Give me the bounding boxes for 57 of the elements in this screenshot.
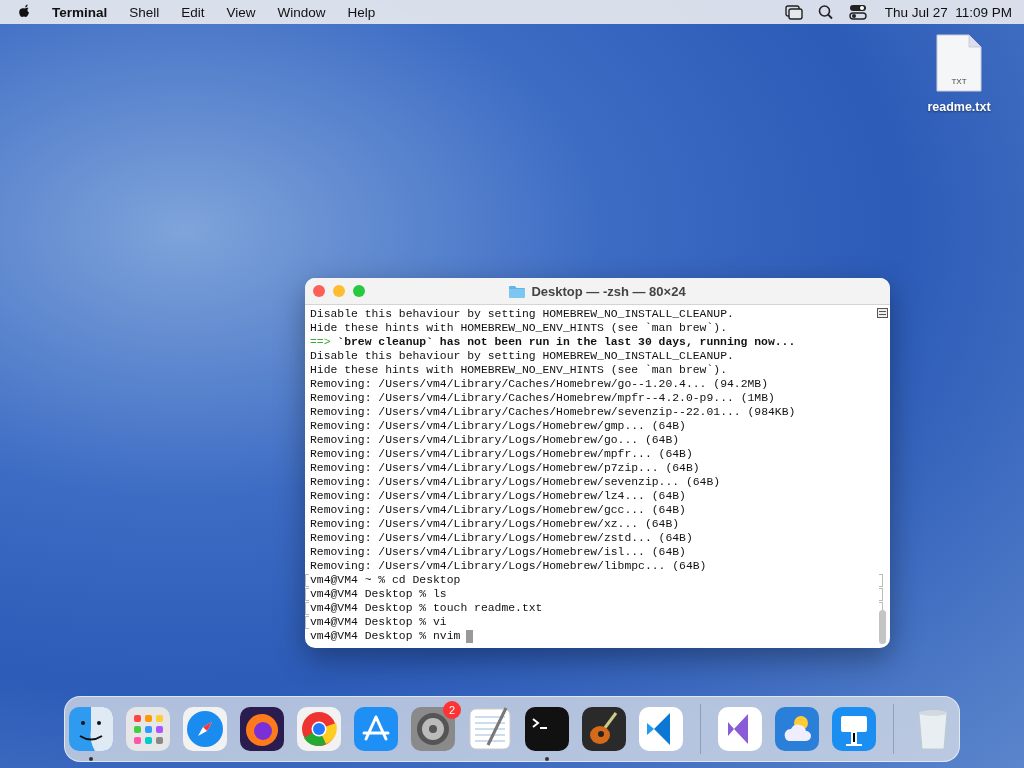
menu-item[interactable]: View — [226, 4, 256, 20]
finder-icon[interactable] — [67, 705, 115, 753]
folder-icon — [509, 284, 526, 298]
terminal-icon[interactable] — [523, 705, 571, 753]
terminal-output-line: Removing: /Users/vm4/Library/Logs/Homebrew/sevenzip... (64B) — [310, 475, 721, 489]
podium-icon[interactable] — [830, 705, 878, 753]
terminal-output-line: Removing: /Users/vm4/Library/Logs/Homebrew/isl... (64B) — [310, 545, 686, 559]
code-ribbon-icon[interactable] — [637, 705, 685, 753]
close-button[interactable] — [313, 285, 325, 297]
fox-globe-icon[interactable] — [238, 705, 286, 753]
terminal-output-line: Removing: /Users/vm4/Library/Logs/Homebrew/go... (64B) — [310, 433, 680, 447]
window-title: Desktop — -zsh — 80×24 — [531, 283, 686, 299]
scrollbar-thumb[interactable] — [879, 610, 886, 644]
terminal-output-line: Removing: /Users/vm4/Library/Caches/Homebrew/sevenzip--22.01... (984KB) — [310, 405, 796, 419]
clock[interactable]: Thu Jul 27 11:09 PM — [884, 4, 1012, 20]
terminal-output-line: Removing: /Users/vm4/Library/Logs/Homebrew/p7zip... (64B) — [310, 461, 700, 475]
toggles-icon[interactable] — [848, 4, 867, 20]
menu-item[interactable]: Help — [347, 4, 376, 20]
prompt-line: vm4@VM4 Desktop % vi — [310, 615, 447, 629]
app-menu[interactable]: Terminal — [52, 4, 108, 20]
prompt-line: vm4@VM4 Desktop % ls — [310, 587, 447, 601]
menu-item[interactable]: Shell — [129, 4, 160, 20]
terminal-output-line: Removing: /Users/vm4/Library/Caches/Homebrew/mpfr--4.2.0-p9... (1MB) — [310, 391, 775, 405]
terminal-output-line: Removing: /Users/vm4/Library/Logs/Homebrew/lz4... (64B) — [310, 489, 686, 503]
terminal-output-line: Removing: /Users/vm4/Library/Logs/Homebrew/libmpc... (64B) — [310, 559, 707, 573]
compass-icon[interactable] — [181, 705, 229, 753]
windows-icon[interactable] — [784, 4, 803, 20]
prompt-line: vm4@VM4 ~ % cd Desktop — [310, 573, 461, 587]
terminal-output-line: Removing: /Users/vm4/Library/Caches/Homebrew/go--1.20.4... (94.2MB) — [310, 377, 768, 391]
terminal-output-line: Disable this behaviour by setting HOMEBREW_NO_INSTALL_CLEANUP. — [310, 349, 734, 363]
search-icon[interactable] — [816, 4, 835, 20]
app-grid-icon[interactable] — [124, 705, 172, 753]
prompt-line: vm4@VM4 Desktop % nvim — [310, 629, 461, 643]
notepad-pen-icon[interactable] — [466, 705, 514, 753]
notification-badge: 2 — [443, 701, 461, 719]
terminal-output-line: Hide these hints with HOMEBREW_NO_ENV_HINTS (see `man brew`). — [310, 363, 727, 377]
menu-item[interactable]: Window — [277, 4, 326, 20]
terminal-output-line: Removing: /Users/vm4/Library/Logs/Homebrew/gmp... (64B) — [310, 419, 686, 433]
terminal-output-line: Removing: /Users/vm4/Library/Logs/Homebrew/mpfr... (64B) — [310, 447, 693, 461]
terminal-output-line: Removing: /Users/vm4/Library/Logs/Homebrew/zstd... (64B) — [310, 531, 693, 545]
terminal-output-line: Hide these hints with HOMEBREW_NO_ENV_HINTS (see `man brew`). — [310, 321, 727, 335]
text-file-icon[interactable]: TXT — [936, 34, 982, 92]
terminal-output-line: Disable this behaviour by setting HOMEBREW_NO_INSTALL_CLEANUP. — [310, 307, 734, 321]
file-name[interactable]: readme.txt — [927, 100, 991, 114]
cloud-sun-icon[interactable] — [773, 705, 821, 753]
app-store-icon[interactable] — [352, 705, 400, 753]
split-pane-icon[interactable] — [877, 308, 888, 318]
guitar-icon[interactable] — [580, 705, 628, 753]
arrow-marker: ==> — [310, 335, 331, 349]
apple-logo-icon[interactable] — [18, 4, 32, 20]
infinity-ribbon-icon[interactable] — [716, 705, 764, 753]
terminal-output-line: Removing: /Users/vm4/Library/Logs/Homebrew/xz... (64B) — [310, 517, 680, 531]
gear-icon[interactable] — [409, 705, 457, 753]
prompt-line: vm4@VM4 Desktop % touch readme.txt — [310, 601, 543, 615]
menu-item[interactable]: Edit — [181, 4, 205, 20]
terminal-output-line: Removing: /Users/vm4/Library/Logs/Homebrew/gcc... (64B) — [310, 503, 686, 517]
terminal-output-line: `brew cleanup` has not been run in the last 30 days, running now... — [337, 335, 796, 349]
